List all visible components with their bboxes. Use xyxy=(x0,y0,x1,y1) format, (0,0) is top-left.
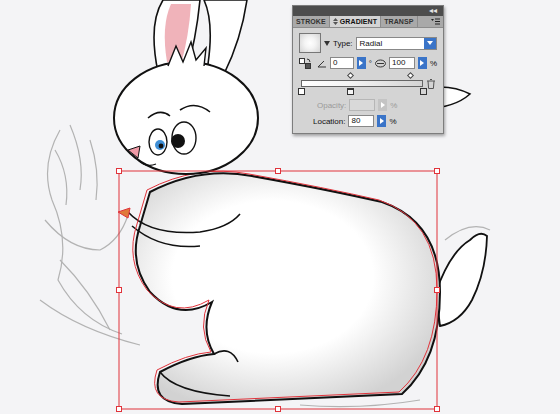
panel-tab[interactable]: TRANSP xyxy=(381,16,417,27)
reverse-gradient-icon[interactable] xyxy=(299,58,311,69)
panel-tab[interactable]: STROKE xyxy=(293,16,330,27)
selection-path xyxy=(133,171,437,402)
selection-handle[interactable] xyxy=(117,169,122,174)
ear xyxy=(204,0,247,74)
gradient-swatch[interactable] xyxy=(299,33,321,53)
mouth xyxy=(138,160,156,165)
location-label: Location: xyxy=(313,117,345,126)
front-arm xyxy=(128,212,240,247)
aspect-field[interactable]: 100 xyxy=(389,57,415,69)
aspect-unit: % xyxy=(430,59,437,68)
color-stop[interactable] xyxy=(420,88,427,95)
angle-stepper[interactable] xyxy=(357,57,366,69)
selection-handle[interactable] xyxy=(276,169,281,174)
selection-handle[interactable] xyxy=(435,407,440,412)
chevron-down-icon[interactable] xyxy=(427,41,433,45)
color-stop[interactable] xyxy=(298,88,305,95)
head-tuft xyxy=(168,42,206,66)
midpoint-marker[interactable] xyxy=(407,72,414,79)
panel-tab[interactable]: GRADIENT xyxy=(330,16,381,27)
location-unit: % xyxy=(389,117,396,126)
bunny-artwork xyxy=(0,0,560,414)
head xyxy=(114,62,258,174)
type-label: Type: xyxy=(333,39,353,48)
chevron-right-icon[interactable] xyxy=(359,60,363,66)
color-stop[interactable] xyxy=(347,88,354,95)
angle-icon[interactable] xyxy=(317,59,327,68)
selection-handle[interactable] xyxy=(435,169,440,174)
chevron-right-icon[interactable] xyxy=(420,60,424,66)
opacity-field xyxy=(349,99,375,111)
angle-field[interactable]: 0 xyxy=(330,57,354,69)
type-select[interactable]: Radial xyxy=(356,37,437,50)
brows xyxy=(148,105,210,118)
opacity-label: Opacity: xyxy=(317,101,346,110)
selection-box[interactable] xyxy=(117,169,440,412)
selection-handle[interactable] xyxy=(276,407,281,412)
selection-handle[interactable] xyxy=(117,288,122,293)
gradient-slider[interactable] xyxy=(301,73,423,95)
panel-menu[interactable] xyxy=(428,16,443,27)
pencil-sketch xyxy=(40,125,490,407)
body xyxy=(136,173,440,404)
location-stepper[interactable] xyxy=(377,115,386,127)
chevron-right-icon[interactable] xyxy=(380,118,384,124)
eye xyxy=(172,122,196,154)
pupil xyxy=(171,134,185,148)
tail xyxy=(436,234,487,326)
aspect-stepper[interactable] xyxy=(418,57,427,69)
aspect-ratio-icon[interactable] xyxy=(375,59,386,68)
angle-unit: ° xyxy=(369,59,372,68)
tab-bar: STROKEGRADIENTTRANSP xyxy=(293,16,443,28)
iris xyxy=(155,140,165,150)
collapse-button[interactable]: ◂◂ xyxy=(429,6,437,16)
panel-menu-icon[interactable] xyxy=(431,18,440,25)
hind-leg xyxy=(160,351,238,396)
dropdown-arrow-icon[interactable] xyxy=(324,41,330,46)
carrot-tip xyxy=(118,208,130,218)
opacity-stepper xyxy=(378,99,387,111)
selection-handle[interactable] xyxy=(117,407,122,412)
opacity-unit: % xyxy=(390,101,397,110)
location-field[interactable]: 80 xyxy=(348,115,374,127)
eye xyxy=(149,129,167,155)
panel-options-icon[interactable] xyxy=(333,18,338,25)
selection-handle[interactable] xyxy=(435,288,440,293)
artboard[interactable]: ◂◂STROKEGRADIENTTRANSPType:Radial0°100%O… xyxy=(0,0,560,414)
panel-title-bar[interactable]: ◂◂ xyxy=(293,6,443,16)
gradient-bar[interactable] xyxy=(301,80,423,87)
pupil xyxy=(159,144,164,149)
gradient-panel[interactable]: ◂◂STROKEGRADIENTTRANSPType:Radial0°100%O… xyxy=(292,5,444,134)
nose xyxy=(128,146,140,158)
chevron-right-icon[interactable] xyxy=(381,102,385,108)
midpoint-marker[interactable] xyxy=(347,72,354,79)
trash-icon[interactable] xyxy=(427,79,435,89)
